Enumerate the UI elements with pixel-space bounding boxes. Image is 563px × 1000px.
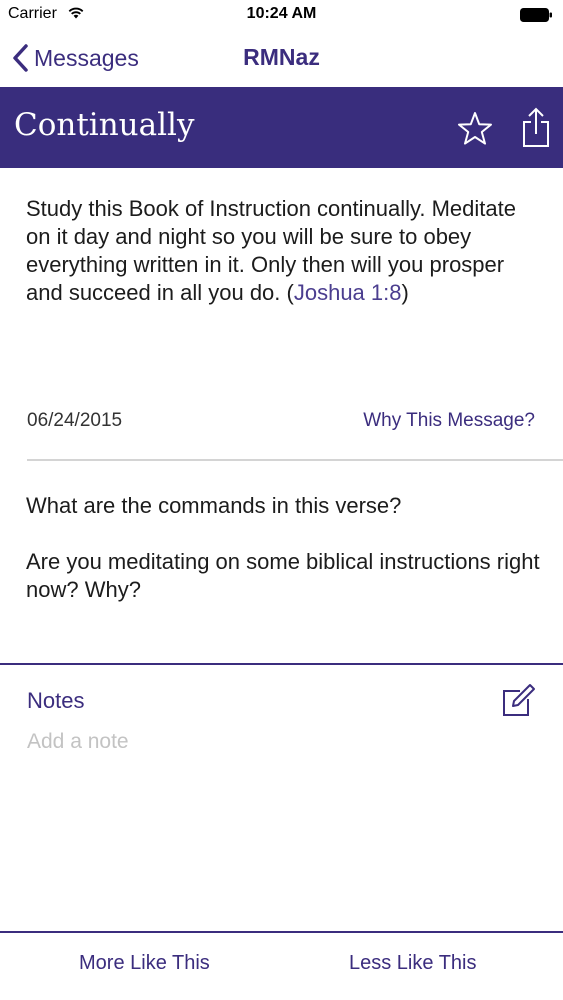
edit-icon[interactable] — [500, 683, 536, 719]
more-like-this-button[interactable]: More Like This — [79, 952, 210, 975]
share-icon[interactable] — [520, 106, 552, 150]
battery-icon — [520, 8, 552, 22]
star-icon[interactable] — [456, 110, 494, 148]
nav-title: RMNaz — [243, 44, 320, 70]
clock: 10:24 AM — [246, 5, 317, 22]
navigation-bar: Messages RMNaz — [0, 30, 563, 87]
notes-label: Notes — [27, 688, 85, 713]
verse-text: Study this Book of Instruction continual… — [26, 195, 546, 307]
message-title: Continually — [14, 107, 195, 143]
verse-reference-link[interactable]: Joshua 1:8 — [294, 280, 402, 305]
less-like-this-button[interactable]: Less Like This — [349, 952, 476, 975]
note-input[interactable] — [27, 726, 527, 758]
status-bar: Carrier 10:24 AM — [0, 0, 563, 30]
message-date: 06/24/2015 — [27, 410, 123, 431]
divider — [0, 931, 563, 933]
why-this-message-link[interactable]: Why This Message? — [363, 410, 535, 432]
divider — [0, 663, 563, 665]
verse-body: Study this Book of Instruction continual… — [26, 196, 516, 305]
reflection-question: Are you meditating on some biblical inst… — [26, 549, 540, 602]
divider — [27, 459, 563, 461]
reflection-question: What are the commands in this verse? — [26, 493, 402, 518]
verse-close: ) — [401, 280, 409, 305]
